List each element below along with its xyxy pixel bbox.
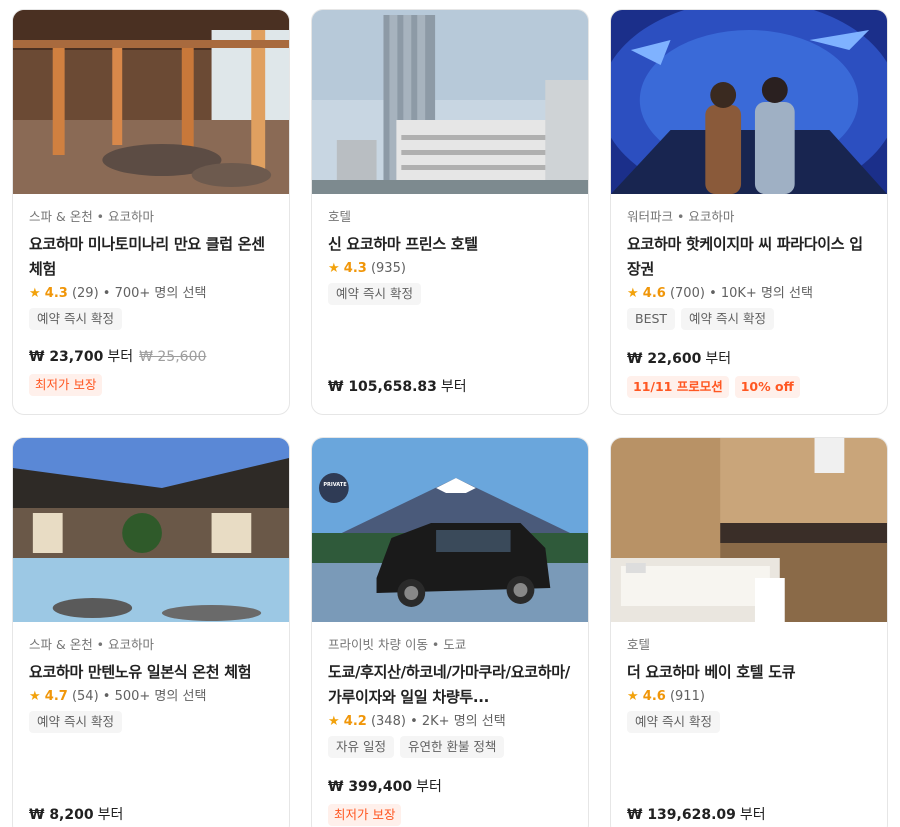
booking-count: • 10K+ 명의 선택: [704, 286, 813, 301]
tag-free-schedule: 자유 일정: [328, 736, 394, 758]
rating-score: 4.6: [642, 689, 666, 704]
product-tags: 예약 즉시 확정: [328, 283, 572, 305]
price-suffix: 부터: [705, 351, 732, 367]
rating-score: 4.3: [44, 286, 68, 301]
product-card-yokohama-bay-tokyu[interactable]: 호텔 더 요코하마 베이 호텔 도큐 ★ 4.6 (911) 예약 즉시 확정 …: [610, 437, 888, 827]
product-price: ₩ 22,600 부터: [627, 348, 731, 368]
promo-lowest-price: 최저가 보장: [29, 374, 103, 396]
review-count: (348): [370, 714, 406, 729]
product-image-spa: [13, 10, 289, 194]
tag-instant-confirm: 예약 즉시 확정: [29, 711, 122, 733]
product-tags: 예약 즉시 확정: [29, 711, 273, 733]
product-tags: 자유 일정 유연한 환불 정책: [328, 736, 572, 758]
product-card-shin-yokohama-prince[interactable]: 호텔 신 요코하마 프린스 호텔 ★ 4.3 (935) 예약 즉시 확정 ₩ …: [311, 9, 589, 415]
star-icon: ★: [29, 689, 41, 704]
tag-best: BEST: [627, 308, 676, 330]
tag-instant-confirm: 예약 즉시 확정: [328, 283, 421, 305]
product-category: 워터파크 • 요코하마: [627, 209, 735, 224]
promo-row: 11/11 프로모션 10% off: [627, 376, 800, 398]
tag-instant-confirm: 예약 즉시 확정: [29, 308, 122, 330]
product-image-onsen: [13, 438, 289, 622]
product-price: ₩ 399,400 부터: [328, 776, 442, 796]
product-price: ₩ 139,628.09 부터: [627, 804, 766, 824]
promo-lowest-price: 최저가 보장: [328, 804, 402, 826]
review-count: (54): [71, 689, 99, 704]
product-rating: ★ 4.7 (54) • 500+ 명의 선택: [29, 687, 273, 707]
product-tags: 예약 즉시 확정: [29, 308, 273, 330]
tag-flexible-refund: 유연한 환불 정책: [399, 736, 505, 758]
rating-score: 4.3: [343, 261, 367, 276]
price-value: ₩ 399,400: [328, 779, 413, 795]
product-category: 프라이빗 차량 이동 • 도쿄: [328, 637, 467, 652]
product-title[interactable]: 더 요코하마 베이 호텔 도큐: [627, 660, 871, 685]
promo-row: 최저가 보장: [29, 374, 103, 396]
review-count: (911): [669, 689, 705, 704]
original-price: ₩ 25,600: [139, 349, 207, 365]
product-category: 호텔: [627, 637, 651, 652]
product-title[interactable]: 요코하마 핫케이지마 씨 파라다이스 입장권: [627, 232, 871, 282]
product-card-private-car[interactable]: PRIVATE 프라이빗 차량 이동 • 도쿄 도쿄/후지산/하코네/가마쿠라/…: [311, 437, 589, 827]
booking-count: • 500+ 명의 선택: [98, 689, 207, 704]
product-rating: ★ 4.2 (348) • 2K+ 명의 선택: [328, 712, 572, 732]
product-category: 호텔: [328, 209, 352, 224]
tag-instant-confirm: 예약 즉시 확정: [681, 308, 774, 330]
price-suffix: 부터: [107, 349, 134, 365]
product-price: ₩ 105,658.83 부터: [328, 376, 467, 396]
product-category: 스파 & 온천 • 요코하마: [29, 209, 155, 224]
promo-discount: 10% off: [734, 376, 800, 398]
price-value: ₩ 23,700: [29, 349, 104, 365]
price-value: ₩ 139,628.09: [627, 807, 736, 823]
product-category: 스파 & 온천 • 요코하마: [29, 637, 155, 652]
product-title[interactable]: 요코하마 만텐노유 일본식 온천 체험: [29, 660, 273, 685]
tag-instant-confirm: 예약 즉시 확정: [627, 711, 720, 733]
product-price: ₩ 23,700 부터 ₩ 25,600: [29, 346, 206, 366]
product-title[interactable]: 신 요코하마 프린스 호텔: [328, 232, 572, 257]
product-image-aquarium: [611, 10, 887, 194]
product-card-mantennoyu[interactable]: 스파 & 온천 • 요코하마 요코하마 만텐노유 일본식 온천 체험 ★ 4.7…: [12, 437, 290, 827]
product-rating: ★ 4.3 (29) • 700+ 명의 선택: [29, 284, 273, 304]
product-rating: ★ 4.6 (700) • 10K+ 명의 선택: [627, 284, 871, 304]
product-image-bathroom: [611, 438, 887, 622]
product-title[interactable]: 요코하마 미나토미나리 만요 클럽 온센 체험: [29, 232, 273, 282]
review-count: (29): [71, 286, 99, 301]
product-card-sea-paradise[interactable]: 워터파크 • 요코하마 요코하마 핫케이지마 씨 파라다이스 입장권 ★ 4.6…: [610, 9, 888, 415]
review-count: (935): [370, 261, 406, 276]
rating-score: 4.7: [44, 689, 68, 704]
product-rating: ★ 4.3 (935): [328, 259, 572, 279]
product-image-car-fuji: PRIVATE: [312, 438, 588, 622]
booking-count: • 2K+ 명의 선택: [405, 714, 506, 729]
promo-1111: 11/11 프로모션: [627, 376, 729, 398]
price-suffix: 부터: [416, 779, 442, 795]
promo-row: 최저가 보장: [328, 804, 402, 826]
price-value: ₩ 105,658.83: [328, 379, 437, 395]
star-icon: ★: [627, 286, 639, 301]
price-suffix: 부터: [97, 807, 124, 823]
product-tags: BEST 예약 즉시 확정: [627, 308, 871, 330]
star-icon: ★: [627, 689, 639, 704]
private-badge: PRIVATE: [323, 482, 347, 488]
price-suffix: 부터: [739, 807, 766, 823]
review-count: (700): [669, 286, 705, 301]
star-icon: ★: [328, 714, 340, 729]
product-price: ₩ 8,200 부터: [29, 804, 123, 824]
star-icon: ★: [29, 286, 41, 301]
product-title[interactable]: 도쿄/후지산/하코네/가마쿠라/요코하마/가루이자와 일일 차량투...: [328, 660, 572, 710]
product-image-hotel: [312, 10, 588, 194]
product-tags: 예약 즉시 확정: [627, 711, 871, 733]
rating-score: 4.6: [642, 286, 666, 301]
price-suffix: 부터: [440, 379, 467, 395]
product-card-manyo-club[interactable]: 스파 & 온천 • 요코하마 요코하마 미나토미나리 만요 클럽 온센 체험 ★…: [12, 9, 290, 415]
rating-score: 4.2: [343, 714, 367, 729]
star-icon: ★: [328, 261, 340, 276]
price-value: ₩ 22,600: [627, 351, 702, 367]
booking-count: • 700+ 명의 선택: [98, 286, 207, 301]
product-rating: ★ 4.6 (911): [627, 687, 871, 707]
price-value: ₩ 8,200: [29, 807, 94, 823]
